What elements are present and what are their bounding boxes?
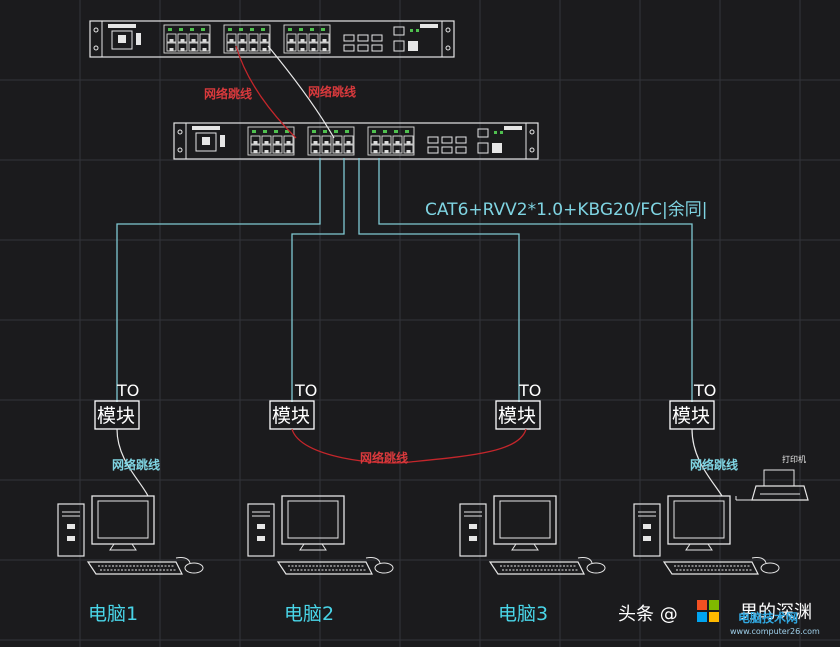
pc2-label: 电脑2 bbox=[284, 603, 334, 625]
horizontal-cables bbox=[116, 158, 693, 402]
outlet-2: TO 模块 bbox=[269, 381, 317, 430]
printer-label: 打印机 bbox=[782, 454, 806, 464]
patch-label-pc1: 网络跳线 bbox=[112, 457, 160, 472]
outlet-1: TO 模块 bbox=[94, 381, 140, 430]
patch-label-top-right: 网络跳线 bbox=[308, 84, 356, 99]
site-name: 电脑技术网 bbox=[738, 610, 798, 625]
outlet-2-module: 模块 bbox=[272, 405, 310, 427]
printer-icon bbox=[735, 469, 809, 501]
outlet-3: TO 模块 bbox=[495, 381, 541, 430]
cable-spec-label: CAT6+RVV2*1.0+KBG20/FC|余同| bbox=[425, 200, 708, 220]
outlet-4: TO 模块 bbox=[669, 381, 716, 430]
patch-panel-rack-unit bbox=[174, 123, 538, 159]
patch-label-pc4: 网络跳线 bbox=[690, 457, 738, 472]
site-url: www.computer26.com bbox=[730, 627, 820, 636]
patch-label-top-left: 网络跳线 bbox=[204, 86, 252, 101]
patch-cord-outlets bbox=[291, 428, 527, 464]
patch-label-between-modules: 网络跳线 bbox=[360, 450, 408, 465]
outlet-1-to: TO bbox=[116, 381, 139, 400]
outlet-3-to: TO bbox=[518, 381, 541, 400]
outlet-1-module: 模块 bbox=[97, 405, 135, 427]
outlet-4-to: TO bbox=[693, 381, 716, 400]
network-cabling-diagram: 网络跳线 网络跳线 CAT6+RVV2*1.0+KBG20/FC|余同| TO … bbox=[0, 0, 840, 647]
computer-4-icon bbox=[633, 495, 780, 575]
computer-3-icon bbox=[459, 495, 606, 575]
windows-logo-icon bbox=[697, 600, 719, 622]
outlet-3-module: 模块 bbox=[498, 405, 536, 427]
watermark-source: 头条 @ bbox=[618, 604, 678, 625]
outlet-2-to: TO bbox=[294, 381, 317, 400]
outlet-4-module: 模块 bbox=[672, 405, 710, 427]
pc1-label: 电脑1 bbox=[88, 603, 138, 625]
pc3-label: 电脑3 bbox=[498, 603, 548, 625]
